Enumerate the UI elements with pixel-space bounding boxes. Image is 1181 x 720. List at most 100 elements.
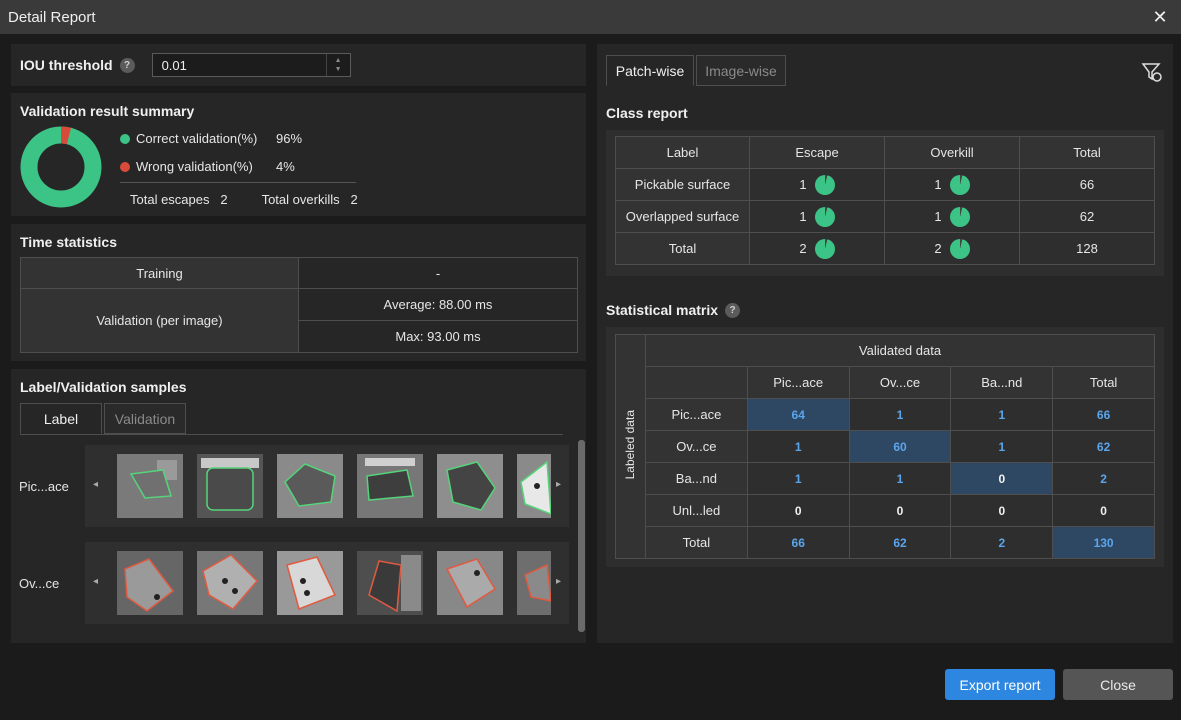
matrix-col-header: Total <box>1052 366 1155 399</box>
sample-row-label-2: Ov...ce <box>19 576 60 591</box>
thumb-image <box>277 551 343 615</box>
escape-cell: 1 <box>749 200 885 233</box>
matrix-cell[interactable]: 64 <box>746 398 850 431</box>
correct-dot <box>120 133 130 144</box>
table-row: Total 2 2 128 <box>615 232 1155 265</box>
matrix-cell[interactable]: 1 <box>746 462 850 495</box>
validation-label: Validation (per image) <box>20 288 299 353</box>
sample-thumbnail[interactable] <box>197 551 263 615</box>
sample-row-label-1: Pic...ace <box>19 479 69 494</box>
class-report: Label Escape Overkill Total Pickable sur… <box>606 130 1164 276</box>
prev-arrow-icon[interactable]: ◂ <box>93 576 98 587</box>
matrix-row-header: Pic...ace <box>644 398 748 431</box>
sample-thumbnail[interactable] <box>277 454 343 518</box>
overkill-pie-icon[interactable] <box>949 238 970 259</box>
window-title: Detail Report <box>8 8 96 26</box>
help-icon[interactable]: ? <box>725 302 741 318</box>
matrix-cell[interactable]: 1 <box>746 430 850 463</box>
correct-label: Correct validation(%) <box>136 131 258 146</box>
sample-thumbnail[interactable] <box>117 551 183 615</box>
matrix-row: Pic...ace 64 1 1 66 <box>616 398 1155 431</box>
overkill-cell: 2 <box>884 232 1020 265</box>
col-header: Total <box>1019 136 1155 169</box>
matrix-cell: 62 <box>1052 430 1155 463</box>
overkill-pie-icon[interactable] <box>949 174 970 195</box>
validated-data-label: Validated data <box>644 334 1156 367</box>
row-label: Overlapped surface <box>615 200 750 233</box>
col-header: Escape <box>749 136 885 169</box>
prev-arrow-icon[interactable]: ◂ <box>93 479 98 490</box>
matrix-col-header: Ba...nd <box>950 366 1054 399</box>
legend-correct: Correct validation(%) 96% <box>120 131 302 146</box>
matrix-row: Ov...ce 1 60 1 62 <box>616 430 1155 463</box>
escape-pie-icon[interactable] <box>814 174 835 195</box>
sample-thumbnail[interactable] <box>117 454 183 518</box>
escape-count: 1 <box>799 177 807 192</box>
matrix-cell[interactable]: 1 <box>950 430 1054 463</box>
matrix-cell[interactable]: 0 <box>746 494 850 527</box>
sample-thumbnail[interactable] <box>517 551 551 615</box>
escape-pie-icon[interactable] <box>814 238 835 259</box>
iou-threshold-input[interactable]: 0.01 ▲ ▼ <box>151 53 351 77</box>
tab-patch-wise[interactable]: Patch-wise <box>606 55 694 86</box>
escapes-label: Total escapes <box>130 192 210 207</box>
overkill-pie-icon[interactable] <box>949 206 970 227</box>
matrix-cell[interactable]: 1 <box>848 462 952 495</box>
total-cell: 62 <box>1019 200 1155 233</box>
wrong-label: Wrong validation(%) <box>136 159 253 174</box>
sample-thumbnail[interactable] <box>357 551 423 615</box>
class-report-title: Class report <box>606 105 688 121</box>
donut-wrong-arc <box>60 126 72 145</box>
matrix-row: Ba...nd 1 1 0 2 <box>616 462 1155 495</box>
matrix-cell: 130 <box>1052 526 1155 559</box>
samples-scrollbar[interactable] <box>578 440 585 632</box>
escape-count: 2 <box>799 241 807 256</box>
matrix-cell[interactable]: 60 <box>848 430 952 463</box>
help-icon[interactable]: ? <box>119 57 135 73</box>
overkill-cell: 1 <box>884 200 1020 233</box>
labeled-data-label: Labeled data <box>623 410 638 480</box>
thumb-image <box>117 551 183 615</box>
thumb-image <box>517 454 551 518</box>
time-title: Time statistics <box>20 234 118 250</box>
sample-thumbnail[interactable] <box>437 551 503 615</box>
close-button[interactable]: Close <box>1063 669 1173 700</box>
sample-thumbnail[interactable] <box>517 454 551 518</box>
thumb-image <box>197 454 263 518</box>
matrix-cell[interactable]: 0 <box>848 494 952 527</box>
sample-thumbnail[interactable] <box>277 551 343 615</box>
tab-image-wise[interactable]: Image-wise <box>696 55 786 86</box>
tab-validation[interactable]: Validation <box>104 403 186 434</box>
matrix-cell: 2 <box>1052 462 1155 495</box>
tab-label[interactable]: Label <box>20 403 102 434</box>
sample-thumbnail[interactable] <box>357 454 423 518</box>
total-escapes: Total escapes 2 <box>130 192 228 207</box>
export-report-button[interactable]: Export report <box>945 669 1055 700</box>
filter-icon[interactable] <box>1141 61 1163 83</box>
matrix-cell: 66 <box>746 526 850 559</box>
matrix-cell[interactable]: 0 <box>950 494 1054 527</box>
next-arrow-icon[interactable]: ▸ <box>556 479 561 490</box>
sample-thumbnail[interactable] <box>197 454 263 518</box>
overkill-count: 1 <box>934 177 942 192</box>
wrong-value: 4% <box>276 159 295 174</box>
close-icon[interactable]: ✕ <box>1149 7 1171 28</box>
matrix-cell[interactable]: 0 <box>950 462 1054 495</box>
total-cell: 128 <box>1019 232 1155 265</box>
matrix-cell: 0 <box>1052 494 1155 527</box>
spin-up-icon[interactable]: ▲ <box>335 56 342 65</box>
matrix-corner <box>644 366 748 399</box>
summary-donut <box>20 126 102 208</box>
escape-pie-icon[interactable] <box>814 206 835 227</box>
matrix-cell[interactable]: 1 <box>848 398 952 431</box>
sample-thumbnail[interactable] <box>437 454 503 518</box>
spin-down-icon[interactable]: ▼ <box>335 65 342 74</box>
spin-arrows[interactable]: ▲ ▼ <box>325 54 350 76</box>
matrix-cell[interactable]: 1 <box>950 398 1054 431</box>
next-arrow-icon[interactable]: ▸ <box>556 576 561 587</box>
iou-value[interactable]: 0.01 <box>153 58 187 73</box>
matrix-cell: 66 <box>1052 398 1155 431</box>
scrollbar-thumb[interactable] <box>578 440 585 632</box>
samples-tabs: Label Validation <box>20 403 563 435</box>
thumb-image <box>517 551 551 615</box>
